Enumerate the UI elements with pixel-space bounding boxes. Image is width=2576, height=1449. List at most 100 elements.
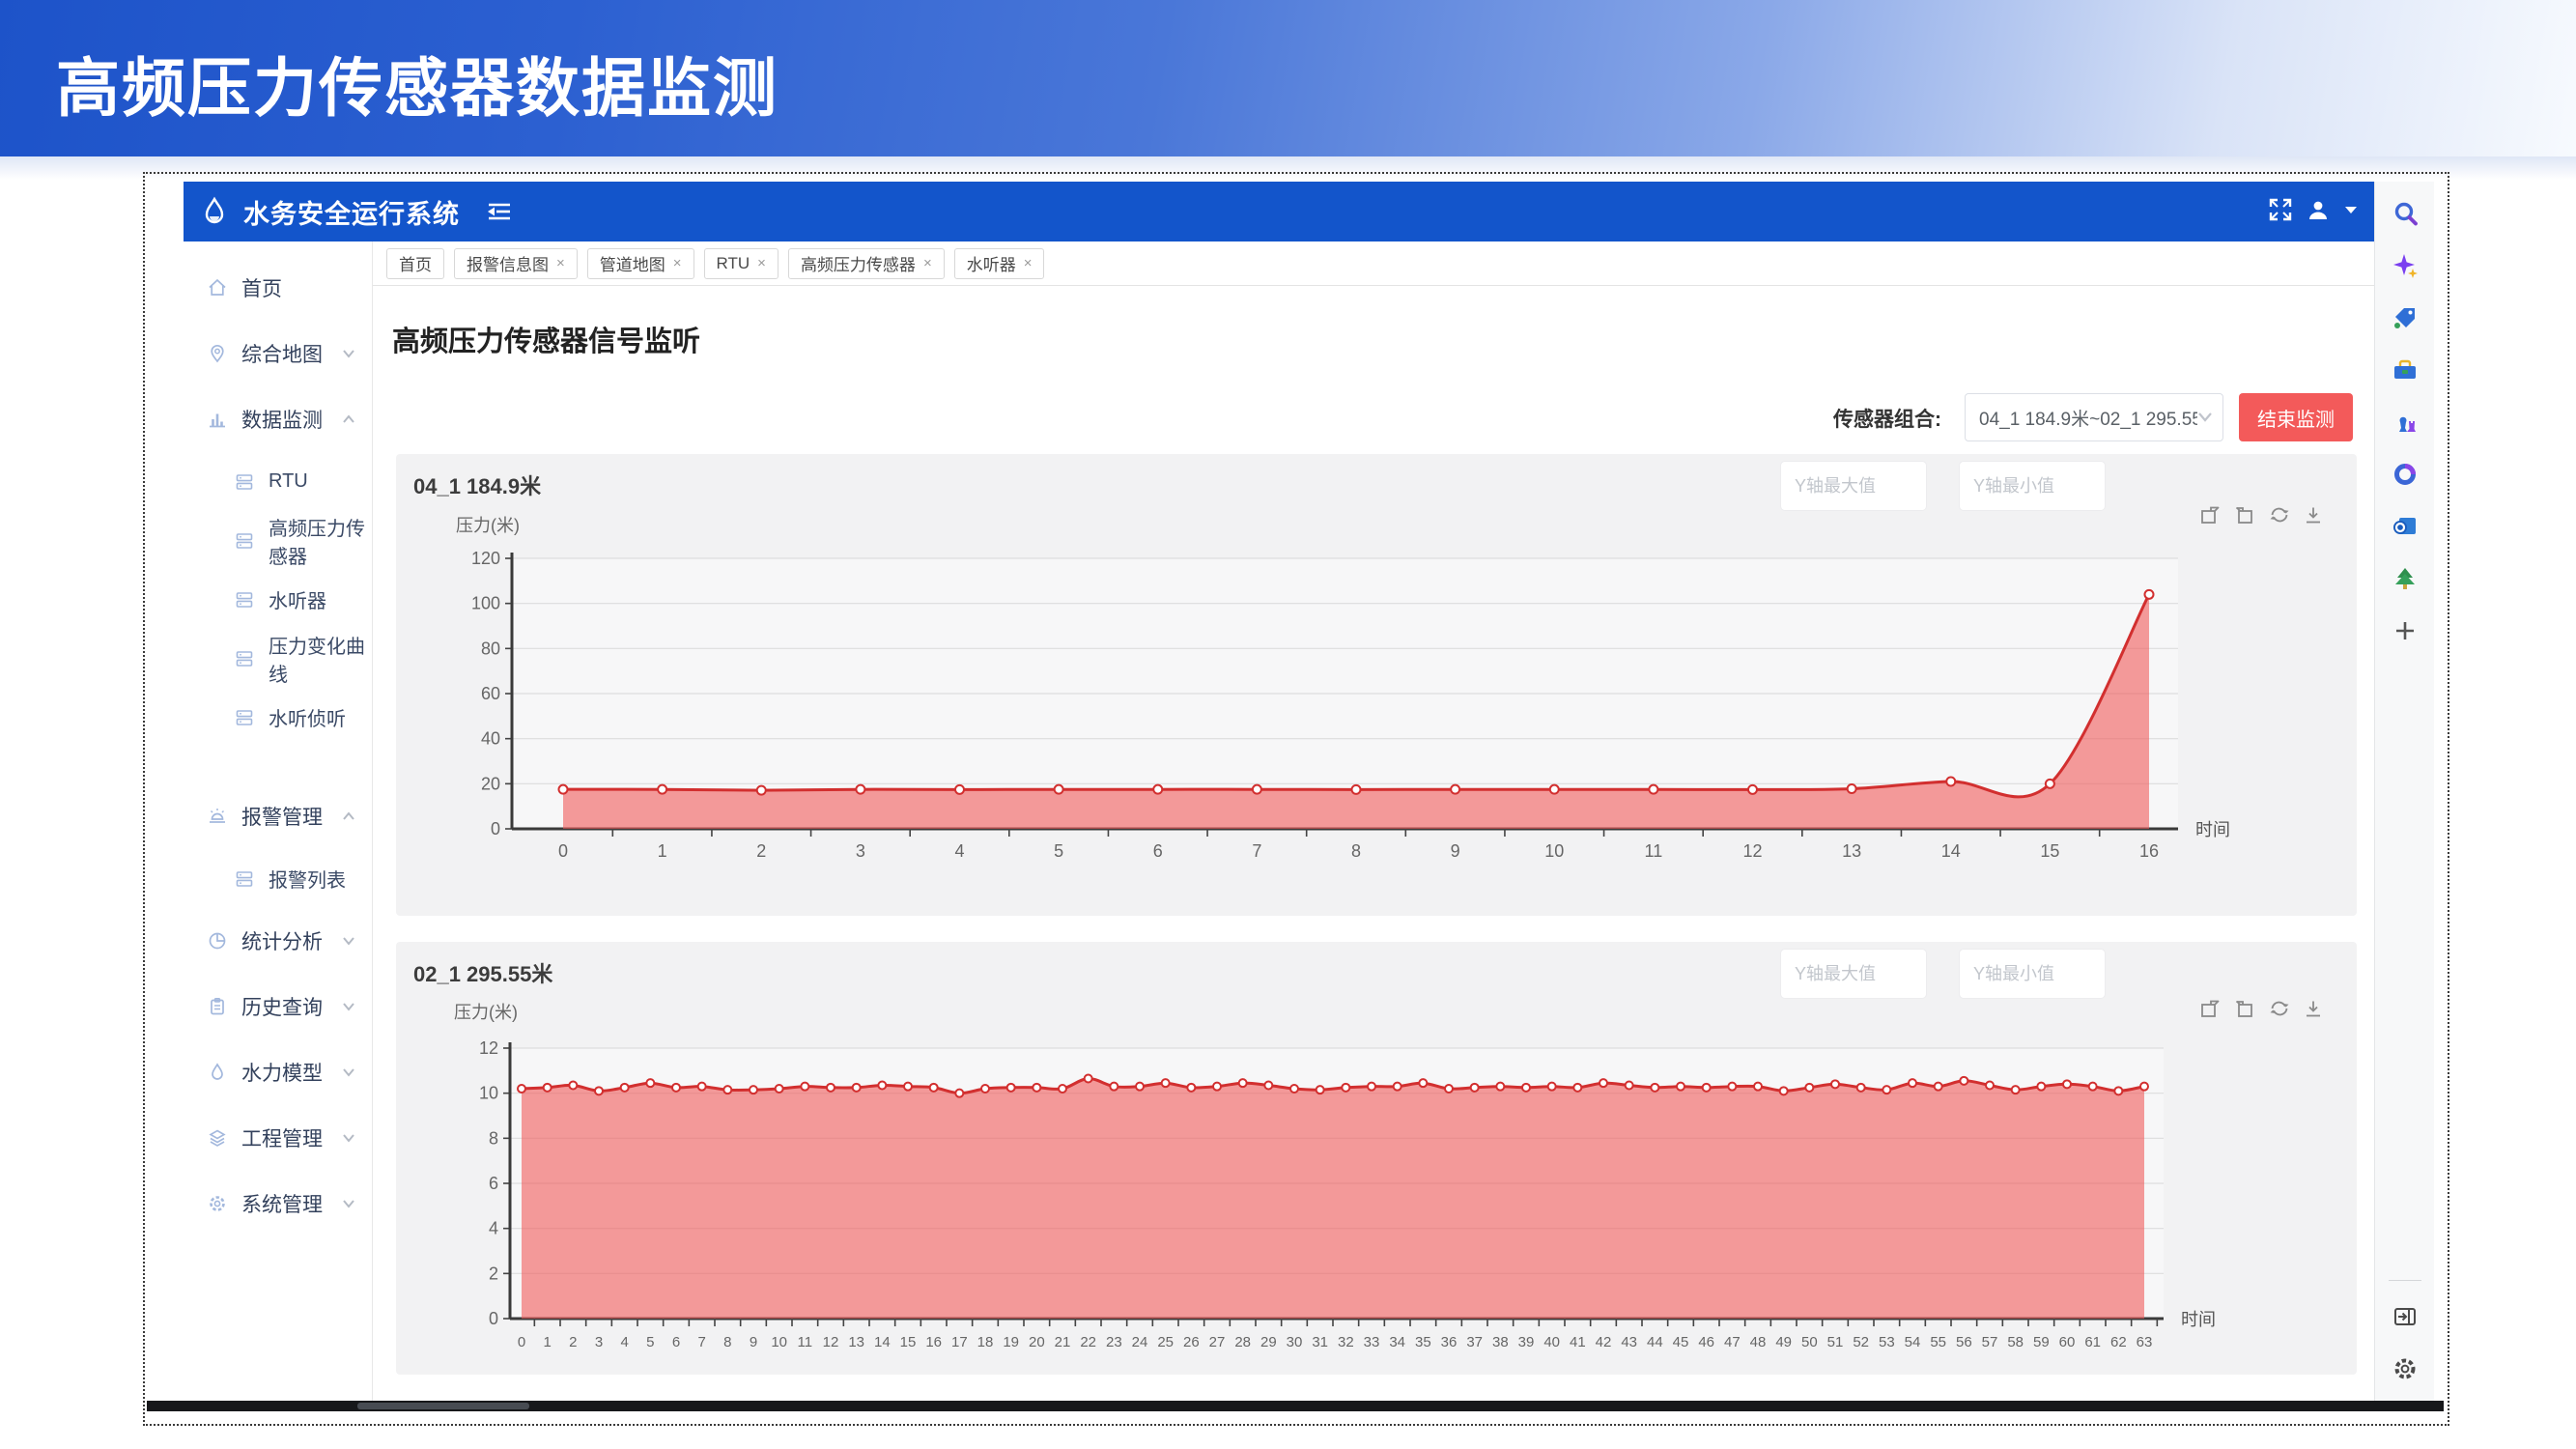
sidebar-item-8[interactable]: 报警管理	[184, 783, 372, 849]
breadcrumb-tabs: 首页报警信息图× 管道地图× RTU× 高频压力传感器× 水听器×	[373, 242, 2374, 286]
sidebar-item-6[interactable]: 压力变化曲线	[184, 629, 372, 688]
sidebar-item-1[interactable]: 综合地图	[184, 321, 372, 386]
settings-gear-icon[interactable]	[2391, 1354, 2420, 1383]
sidebar-item-4[interactable]: 高频压力传感器	[184, 511, 372, 570]
toolbox-icon[interactable]	[2391, 355, 2420, 384]
sidebar-item-label: 综合地图	[241, 339, 323, 368]
tab-0[interactable]: 首页	[386, 248, 444, 279]
x-axis-title: 时间	[2181, 1310, 2216, 1329]
search-icon[interactable]	[2391, 199, 2420, 228]
sidebar-item-label: 统计分析	[241, 926, 323, 955]
y-min-input[interactable]	[1960, 950, 2105, 998]
app-title: 水务安全运行系统	[243, 193, 460, 231]
sidebar-item-label: 报警列表	[269, 865, 346, 893]
menu-collapse-icon[interactable]	[485, 199, 512, 224]
chevron-down-icon	[341, 1126, 356, 1150]
fullscreen-icon[interactable]	[2268, 197, 2293, 227]
x-tick-label: 12	[823, 1334, 839, 1350]
y-tick-label: 0	[489, 1309, 498, 1328]
chart-2-plot[interactable]: 0246810120123456789101112131415161718192…	[396, 995, 2357, 1372]
chess-icon[interactable]	[2391, 408, 2420, 437]
end-monitor-button[interactable]: 结束监测	[2239, 393, 2353, 441]
sensor-combo-select[interactable]: 04_1 184.9米~02_1 295.55	[1965, 393, 2223, 441]
tab-1[interactable]: 报警信息图×	[454, 248, 578, 279]
x-tick-label: 29	[1260, 1334, 1277, 1350]
x-tick-label: 61	[2084, 1334, 2101, 1350]
tab-5[interactable]: 水听器×	[954, 248, 1045, 279]
x-tick-label: 15	[900, 1334, 917, 1350]
tab-2[interactable]: 管道地图×	[587, 248, 694, 279]
close-tab-icon[interactable]: ×	[556, 255, 565, 271]
close-tab-icon[interactable]: ×	[757, 255, 766, 271]
scrollbar-thumb[interactable]	[357, 1403, 529, 1409]
server-icon	[234, 471, 255, 493]
outlook-icon[interactable]	[2391, 512, 2420, 541]
chart-1-plot[interactable]: 020406080100120012345678910111213141516压…	[396, 514, 2357, 912]
x-tick-label: 46	[1698, 1334, 1714, 1350]
sidebar-item-5[interactable]: 水听器	[184, 570, 372, 629]
sidebar-item-3[interactable]: RTU	[184, 452, 372, 511]
chart-panel-1: 04_1 184.9米 0204060801001200123456789101…	[396, 454, 2357, 916]
y-tick-label: 80	[481, 639, 500, 658]
sidebar-item-2[interactable]: 数据监测	[184, 386, 372, 452]
sidebar-item-10[interactable]: 统计分析	[184, 908, 372, 974]
x-tick-label: 35	[1415, 1334, 1431, 1350]
chart-1-title: 04_1 184.9米	[413, 469, 541, 500]
chevron-down-icon	[341, 929, 356, 952]
close-tab-icon[interactable]: ×	[1024, 255, 1033, 271]
chevron-down-icon	[341, 342, 356, 365]
tab-label: 首页	[399, 251, 432, 275]
chevron-up-icon	[341, 408, 356, 431]
sidebar-item-13[interactable]: 工程管理	[184, 1105, 372, 1171]
y-tick-label: 20	[481, 774, 500, 793]
user-icon[interactable]	[2307, 198, 2330, 226]
x-tick-label: 27	[1209, 1334, 1226, 1350]
sidebar-item-14[interactable]: 系统管理	[184, 1171, 372, 1236]
tab-3[interactable]: RTU×	[704, 248, 778, 279]
plus-icon[interactable]	[2391, 616, 2420, 645]
x-tick-label: 21	[1055, 1334, 1071, 1350]
x-tick-label: 43	[1621, 1334, 1637, 1350]
chart-2-title: 02_1 295.55米	[413, 957, 552, 988]
tag-icon[interactable]	[2391, 303, 2420, 332]
sidebar-item-7[interactable]: 水听侦听	[184, 688, 372, 747]
chevron-down-icon	[341, 995, 356, 1018]
water-drop-icon	[207, 1062, 228, 1083]
y-max-input[interactable]	[1781, 462, 1926, 510]
caret-down-icon[interactable]	[2343, 203, 2359, 220]
loop-icon[interactable]	[2391, 460, 2420, 489]
x-tick-label: 8	[1351, 841, 1361, 861]
tree-icon[interactable]	[2391, 564, 2420, 593]
x-tick-label: 7	[697, 1334, 705, 1350]
y-min-input[interactable]	[1960, 462, 2105, 510]
bar-chart-icon	[207, 409, 228, 430]
x-tick-label: 45	[1673, 1334, 1689, 1350]
sidebar-item-label: 报警管理	[241, 802, 323, 831]
x-tick-label: 2	[756, 841, 766, 861]
sidebar-item-12[interactable]: 水力模型	[184, 1039, 372, 1105]
horizontal-scrollbar[interactable]	[147, 1401, 2444, 1411]
sidebar-item-9[interactable]: 报警列表	[184, 849, 372, 908]
sidebar-item-11[interactable]: 历史查询	[184, 974, 372, 1039]
x-tick-label: 63	[2137, 1334, 2153, 1350]
x-tick-label: 15	[2040, 841, 2059, 861]
tab-4[interactable]: 高频压力传感器×	[788, 248, 945, 279]
map-pin-icon	[207, 343, 228, 364]
close-tab-icon[interactable]: ×	[923, 255, 932, 271]
sparkle-icon[interactable]	[2391, 251, 2420, 280]
open-sidebar-icon[interactable]	[2391, 1302, 2420, 1331]
x-tick-label: 12	[1742, 841, 1762, 861]
alarm-icon	[207, 806, 228, 827]
x-tick-label: 38	[1492, 1334, 1509, 1350]
x-tick-label: 58	[2007, 1334, 2024, 1350]
x-tick-label: 28	[1234, 1334, 1251, 1350]
sensor-combo-value: 04_1 184.9米~02_1 295.55	[1979, 405, 2197, 431]
slide-title: 高频压力传感器数据监测	[56, 37, 778, 129]
app-header-bar: 水务安全运行系统	[184, 182, 2374, 242]
sidebar-item-0[interactable]: 首页	[184, 255, 372, 321]
y-tick-label: 10	[479, 1084, 498, 1103]
close-tab-icon[interactable]: ×	[673, 255, 682, 271]
y-max-input[interactable]	[1781, 950, 1926, 998]
x-tick-label: 39	[1518, 1334, 1535, 1350]
x-tick-label: 33	[1364, 1334, 1380, 1350]
